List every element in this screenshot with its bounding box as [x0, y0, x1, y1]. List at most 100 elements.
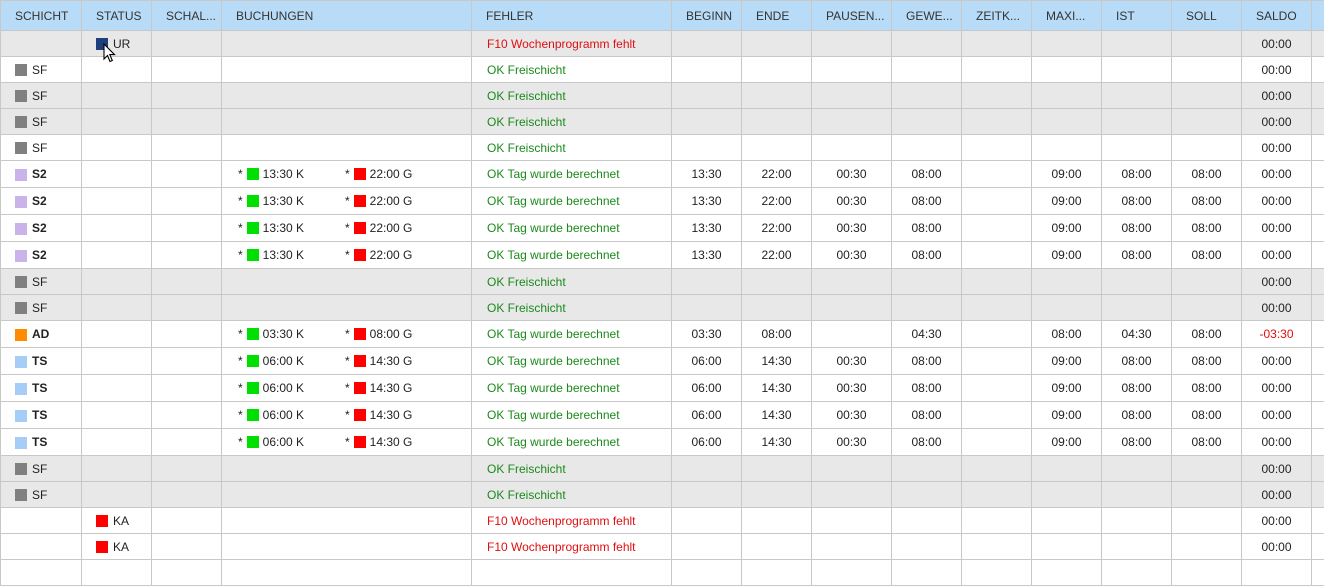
cell-ist[interactable]: 08:00	[1102, 215, 1172, 242]
cell-saldo[interactable]: 00:00	[1242, 31, 1312, 57]
cell-soll[interactable]	[1172, 295, 1242, 321]
cell-maximal[interactable]: 08:00	[1032, 321, 1102, 348]
cell-status[interactable]	[82, 560, 152, 586]
cell-status[interactable]	[82, 348, 152, 375]
col-header-soll[interactable]: SOLL	[1172, 1, 1242, 31]
cell-zeitkonto[interactable]	[962, 57, 1032, 83]
cell-ist[interactable]	[1102, 560, 1172, 586]
cell-buchungen[interactable]	[222, 456, 472, 482]
col-header-fehler[interactable]: FEHLER	[472, 1, 672, 31]
cell-ist[interactable]	[1102, 508, 1172, 534]
table-row[interactable]: SFOK Freischicht00:00	[1, 57, 1324, 83]
cell-zeitkonto[interactable]	[962, 508, 1032, 534]
cell-pausen[interactable]	[812, 560, 892, 586]
cell-schalter[interactable]	[152, 508, 222, 534]
cell-buchungen[interactable]	[222, 57, 472, 83]
cell-maximal[interactable]	[1032, 135, 1102, 161]
cell-schicht[interactable]: SF	[1, 83, 82, 109]
cell-saldo[interactable]: 00:00	[1242, 135, 1312, 161]
cell-pausen[interactable]: 00:30	[812, 348, 892, 375]
cell-saldo[interactable]: 00:00	[1242, 269, 1312, 295]
cell-schicht[interactable]: TS	[1, 348, 82, 375]
cell-schalter[interactable]	[152, 402, 222, 429]
cell-fehler[interactable]: OK Freischicht	[472, 109, 672, 135]
cell-fehler[interactable]: OK Freischicht	[472, 57, 672, 83]
cell-pausen[interactable]: 00:30	[812, 215, 892, 242]
cell-ist[interactable]	[1102, 109, 1172, 135]
cell-ist[interactable]	[1102, 295, 1172, 321]
cell-schicht[interactable]: S2	[1, 242, 82, 269]
cell-beginn[interactable]	[672, 508, 742, 534]
cell-beginn[interactable]: 06:00	[672, 375, 742, 402]
cell-schicht[interactable]: SF	[1, 295, 82, 321]
cell-ist[interactable]: 08:00	[1102, 348, 1172, 375]
booking-in[interactable]: *06:00 K	[238, 354, 304, 368]
cell-pausen[interactable]: 00:30	[812, 242, 892, 269]
cell-saldo[interactable]: 00:00	[1242, 109, 1312, 135]
table-row[interactable]: S2*13:30 K*22:00 GOK Tag wurde berechnet…	[1, 188, 1324, 215]
cell-buchungen[interactable]: *06:00 K*14:30 G	[222, 348, 472, 375]
table-row[interactable]: TS*06:00 K*14:30 GOK Tag wurde berechnet…	[1, 429, 1324, 456]
cell-soll[interactable]	[1172, 135, 1242, 161]
cell-fehler[interactable]: OK Freischicht	[472, 135, 672, 161]
booking-in[interactable]: *13:30 K	[238, 248, 304, 262]
cell-saldo[interactable]: 00:00	[1242, 161, 1312, 188]
cell-ist[interactable]	[1102, 534, 1172, 560]
cell-schicht[interactable]: SF	[1, 135, 82, 161]
cell-schicht[interactable]	[1, 560, 82, 586]
cell-status[interactable]	[82, 83, 152, 109]
cell-schicht[interactable]: AD	[1, 321, 82, 348]
cell-saldo[interactable]: 00:00	[1242, 456, 1312, 482]
cell-status[interactable]	[82, 321, 152, 348]
cell-status[interactable]	[82, 215, 152, 242]
cell-buchungen[interactable]: *13:30 K*22:00 G	[222, 161, 472, 188]
cell-soll[interactable]	[1172, 508, 1242, 534]
cell-buchungen[interactable]: *06:00 K*14:30 G	[222, 429, 472, 456]
cell-ist[interactable]	[1102, 31, 1172, 57]
cell-buchungen[interactable]	[222, 482, 472, 508]
cell-beginn[interactable]: 06:00	[672, 348, 742, 375]
cell-ende[interactable]	[742, 135, 812, 161]
cell-schicht[interactable]: SF	[1, 109, 82, 135]
cell-maximal[interactable]	[1032, 482, 1102, 508]
cell-fehler[interactable]: OK Tag wurde berechnet	[472, 375, 672, 402]
cell-beginn[interactable]	[672, 482, 742, 508]
cell-status[interactable]	[82, 161, 152, 188]
cell-schicht[interactable]: S2	[1, 215, 82, 242]
table-row[interactable]: S2*13:30 K*22:00 GOK Tag wurde berechnet…	[1, 242, 1324, 269]
cell-pausen[interactable]	[812, 31, 892, 57]
cell-gewertet[interactable]: 08:00	[892, 402, 962, 429]
cell-ist[interactable]	[1102, 83, 1172, 109]
cell-schalter[interactable]	[152, 83, 222, 109]
cell-pausen[interactable]	[812, 482, 892, 508]
cell-gewertet[interactable]	[892, 31, 962, 57]
cell-saldo[interactable]: 00:00	[1242, 215, 1312, 242]
cell-gewertet[interactable]: 08:00	[892, 188, 962, 215]
cell-buchungen[interactable]	[222, 135, 472, 161]
cell-zeitkonto[interactable]	[962, 109, 1032, 135]
cell-ende[interactable]	[742, 456, 812, 482]
table-row[interactable]: TS *06:00 K*14:30 GOK Tag wurde berechnet…	[1, 348, 1324, 375]
cell-saldo[interactable]: 00:00	[1242, 534, 1312, 560]
col-header-schicht[interactable]: SCHICHT	[1, 1, 82, 31]
cell-pausen[interactable]: 00:30	[812, 161, 892, 188]
cell-pausen[interactable]	[812, 57, 892, 83]
cell-zeitkonto[interactable]	[962, 402, 1032, 429]
cell-soll[interactable]: 08:00	[1172, 402, 1242, 429]
cell-beginn[interactable]: 13:30	[672, 161, 742, 188]
cell-pausen[interactable]	[812, 321, 892, 348]
cell-ist[interactable]: 08:00	[1102, 402, 1172, 429]
cell-gewertet[interactable]: 08:00	[892, 242, 962, 269]
cell-soll[interactable]	[1172, 482, 1242, 508]
cell-fehler[interactable]: OK Tag wurde berechnet	[472, 348, 672, 375]
cell-zeitkonto[interactable]	[962, 534, 1032, 560]
cell-ende[interactable]: 14:30	[742, 375, 812, 402]
cell-status[interactable]	[82, 135, 152, 161]
cell-zeitkonto[interactable]	[962, 321, 1032, 348]
table-row[interactable]: KAF10 Wochenprogramm fehlt00:00	[1, 508, 1324, 534]
cell-ende[interactable]	[742, 534, 812, 560]
cell-pausen[interactable]: 00:30	[812, 429, 892, 456]
cell-ende[interactable]	[742, 269, 812, 295]
cell-ist[interactable]	[1102, 57, 1172, 83]
booking-out[interactable]: *22:00 G	[345, 248, 412, 262]
